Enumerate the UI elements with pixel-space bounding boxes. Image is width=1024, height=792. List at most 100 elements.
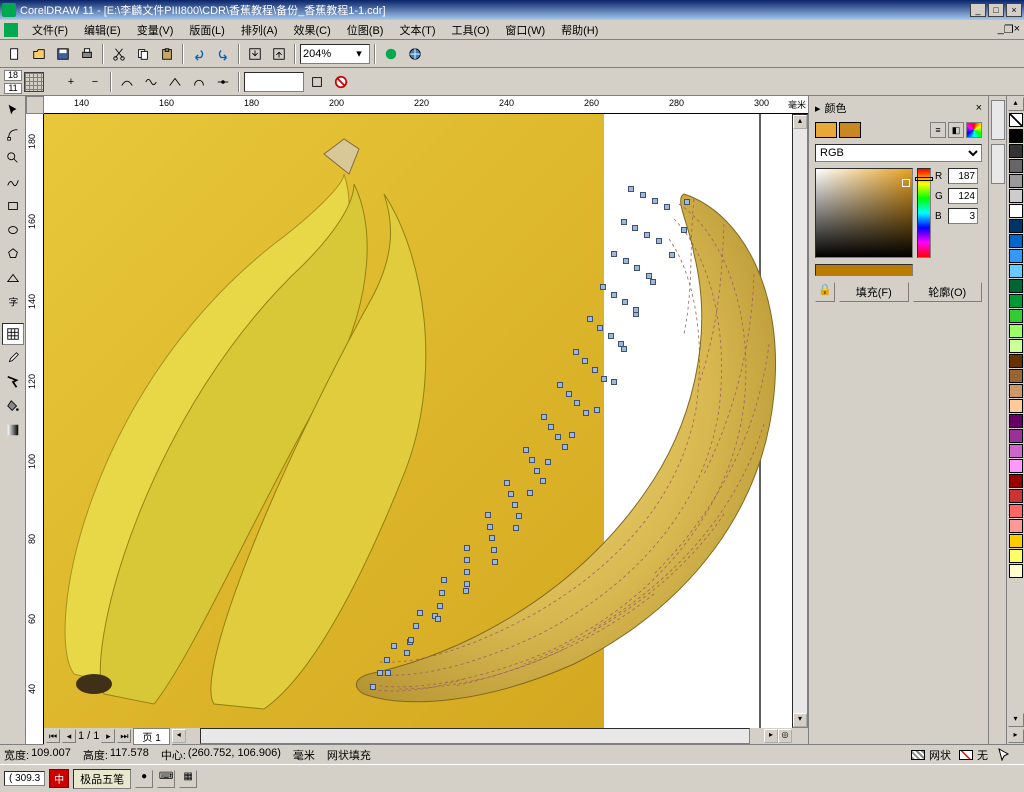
mesh-node[interactable] (656, 238, 662, 244)
mesh-node[interactable] (611, 251, 617, 257)
docker-tab-1[interactable] (991, 100, 1005, 140)
b-input[interactable] (948, 208, 978, 224)
palette-swatch[interactable] (1009, 399, 1023, 413)
curve-tool3-button[interactable] (164, 71, 186, 93)
mesh-node[interactable] (464, 557, 470, 563)
palette-swatch[interactable] (1009, 249, 1023, 263)
page-tab[interactable]: 页 1 (133, 728, 169, 745)
add-node-button[interactable]: + (60, 71, 82, 93)
viewer-button[interactable]: ◧ (948, 122, 964, 138)
r-input[interactable] (948, 168, 978, 184)
g-input[interactable] (948, 188, 978, 204)
mesh-node[interactable] (464, 569, 470, 575)
no-color-swatch[interactable] (1009, 113, 1023, 127)
curve-tool2-button[interactable] (140, 71, 162, 93)
clear-mesh-button[interactable] (330, 71, 352, 93)
color-model-select[interactable]: RGB (815, 144, 982, 162)
mesh-node[interactable] (485, 512, 491, 518)
mesh-node[interactable] (527, 490, 533, 496)
palette-down-button[interactable]: ▾ (1008, 713, 1024, 727)
mesh-node[interactable] (566, 391, 572, 397)
palettes-button[interactable] (966, 122, 982, 138)
menu-help[interactable]: 帮助(H) (553, 20, 606, 40)
scroll-right-button[interactable]: ▸ (764, 729, 778, 743)
mesh-node[interactable] (611, 292, 617, 298)
smoothing-field[interactable] (244, 72, 304, 92)
mesh-node[interactable] (681, 227, 687, 233)
prev-page-button[interactable]: ◂ (62, 729, 76, 743)
mesh-node[interactable] (541, 414, 547, 420)
docker-tab-2[interactable] (991, 144, 1005, 184)
mesh-node[interactable] (587, 316, 593, 322)
shape-tool[interactable] (2, 123, 24, 145)
mesh-node[interactable] (583, 410, 589, 416)
paste-button[interactable] (156, 43, 178, 65)
mesh-node[interactable] (669, 252, 675, 258)
mesh-node[interactable] (622, 299, 628, 305)
mesh-node[interactable] (487, 524, 493, 530)
first-page-button[interactable]: ⏮ (46, 729, 60, 743)
mesh-node[interactable] (664, 204, 670, 210)
palette-swatch[interactable] (1009, 219, 1023, 233)
mesh-node[interactable] (562, 444, 568, 450)
mesh-node[interactable] (650, 279, 656, 285)
fill-tool[interactable] (2, 395, 24, 417)
palette-swatch[interactable] (1009, 189, 1023, 203)
mesh-node[interactable] (534, 468, 540, 474)
palette-swatch[interactable] (1009, 144, 1023, 158)
mesh-node[interactable] (582, 358, 588, 364)
palette-swatch[interactable] (1009, 159, 1023, 173)
mesh-node[interactable] (391, 643, 397, 649)
mesh-node[interactable] (370, 684, 376, 690)
mesh-node[interactable] (632, 225, 638, 231)
zoom-input[interactable] (303, 48, 353, 60)
mesh-node[interactable] (508, 491, 514, 497)
ime-name[interactable]: 极品五笔 (73, 769, 131, 789)
palette-swatch[interactable] (1009, 459, 1023, 473)
print-button[interactable] (76, 43, 98, 65)
palette-swatch[interactable] (1009, 369, 1023, 383)
outline-button[interactable]: 轮廓(O) (913, 282, 983, 302)
fill-button[interactable]: 填充(F) (839, 282, 909, 302)
last-page-button[interactable]: ⏭ (117, 729, 131, 743)
mesh-node[interactable] (492, 559, 498, 565)
palette-swatch[interactable] (1009, 489, 1023, 503)
scroll-up-button[interactable]: ▴ (793, 115, 807, 129)
color-field[interactable] (815, 168, 913, 258)
palette-swatch[interactable] (1009, 444, 1023, 458)
secondary-swatch[interactable] (839, 122, 861, 138)
horizontal-ruler[interactable]: 140 160 180 200 220 240 260 280 300 毫米 (44, 96, 808, 114)
menu-window[interactable]: 窗口(W) (497, 20, 553, 40)
scroll-down-button[interactable]: ▾ (793, 713, 807, 727)
palette-up-button[interactable]: ▴ (1008, 97, 1024, 111)
mdi-restore-button[interactable]: ❐ (1004, 23, 1014, 36)
mesh-node[interactable] (557, 382, 563, 388)
mesh-node[interactable] (540, 478, 546, 484)
mesh-node[interactable] (491, 547, 497, 553)
web-button[interactable] (404, 43, 426, 65)
mesh-node[interactable] (545, 459, 551, 465)
palette-swatch[interactable] (1009, 264, 1023, 278)
docker-title-bar[interactable]: ▸ 颜色 × (811, 98, 986, 118)
palette-swatch[interactable] (1009, 339, 1023, 353)
ime-keyboard-button[interactable]: ⌨ (157, 770, 175, 788)
menu-text[interactable]: 文本(T) (391, 20, 443, 40)
shapes-tool[interactable] (2, 267, 24, 289)
scroll-left-button[interactable]: ◂ (172, 729, 186, 743)
mesh-node[interactable] (569, 432, 575, 438)
menu-bitmap[interactable]: 位图(B) (339, 20, 392, 40)
menu-effects[interactable]: 效果(C) (286, 20, 339, 40)
mesh-node[interactable] (404, 650, 410, 656)
outline-tool[interactable] (2, 371, 24, 393)
mesh-node[interactable] (548, 424, 554, 430)
ime-indicator[interactable]: 中 (49, 769, 69, 788)
palette-swatch[interactable] (1009, 564, 1023, 578)
primary-swatch[interactable] (815, 122, 837, 138)
mesh-node[interactable] (377, 670, 383, 676)
mesh-node[interactable] (463, 588, 469, 594)
mesh-node[interactable] (623, 258, 629, 264)
mesh-node[interactable] (573, 349, 579, 355)
palette-swatch[interactable] (1009, 129, 1023, 143)
vertical-ruler[interactable]: 180 160 140 120 100 80 60 40 (26, 114, 44, 744)
next-page-button[interactable]: ▸ (101, 729, 115, 743)
